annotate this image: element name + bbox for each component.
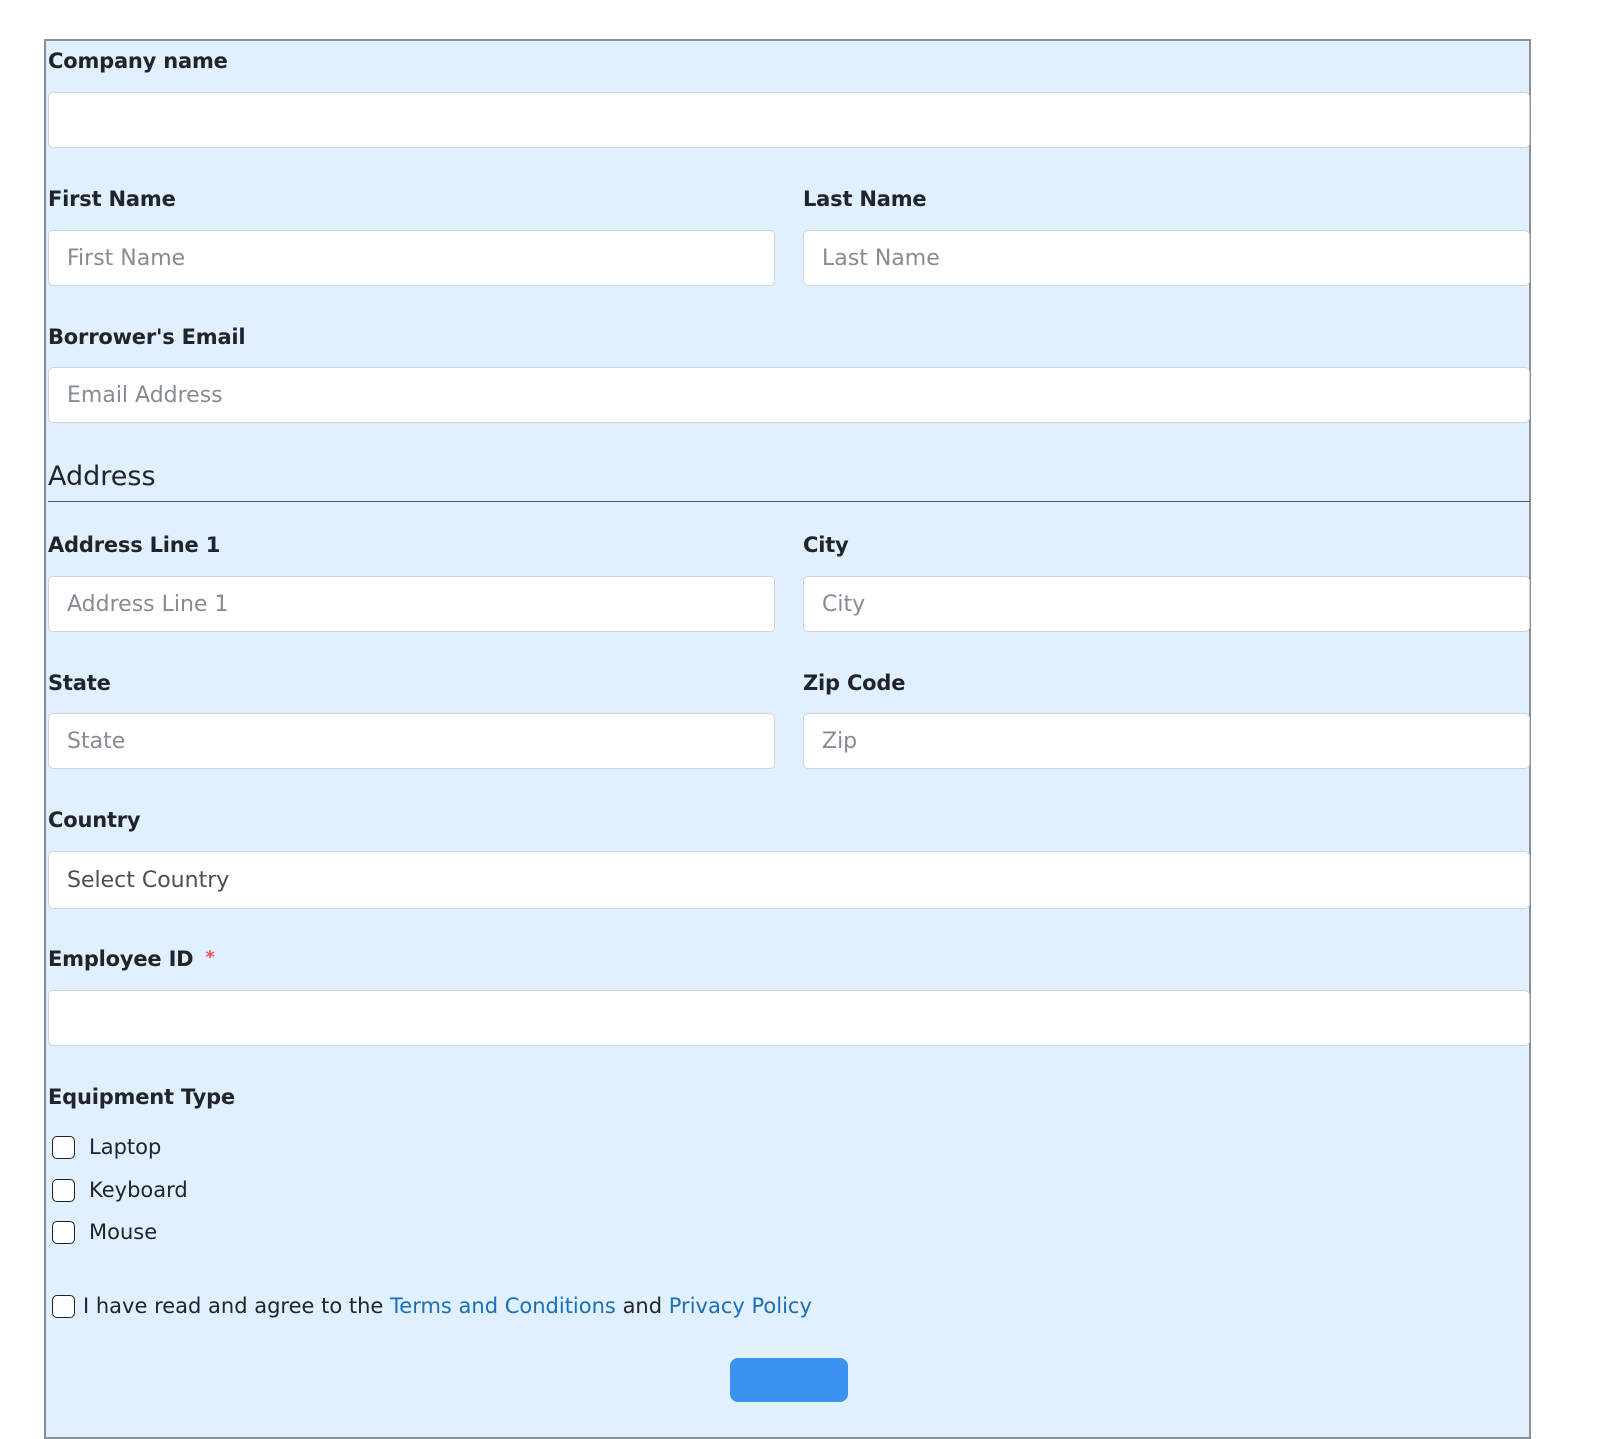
mouse-checkbox[interactable] xyxy=(52,1220,75,1244)
first-name-input[interactable] xyxy=(48,230,775,286)
address-divider xyxy=(48,501,1530,502)
city-label: City xyxy=(803,533,849,557)
laptop-label: Laptop xyxy=(89,1135,162,1159)
keyboard-checkbox[interactable] xyxy=(52,1178,75,1202)
keyboard-label: Keyboard xyxy=(89,1178,188,1202)
last-name-label: Last Name xyxy=(803,187,927,211)
first-name-label: First Name xyxy=(48,187,176,211)
last-name-input[interactable] xyxy=(803,230,1530,286)
equipment-option-keyboard[interactable]: Keyboard xyxy=(52,1178,188,1202)
company-name-input[interactable] xyxy=(48,92,1530,148)
privacy-policy-link[interactable]: Privacy Policy xyxy=(669,1294,812,1318)
employee-id-label-text: Employee ID xyxy=(48,947,194,971)
company-name-label: Company name xyxy=(48,49,228,73)
terms-prefix: I have read and agree to the xyxy=(83,1294,384,1318)
form-container: Company name First Name Last Name Borrow… xyxy=(44,39,1531,1439)
address-line1-input[interactable] xyxy=(48,576,775,632)
laptop-checkbox[interactable] xyxy=(52,1135,75,1159)
country-label: Country xyxy=(48,808,141,832)
equipment-option-mouse[interactable]: Mouse xyxy=(52,1220,157,1244)
zip-input[interactable] xyxy=(803,713,1530,769)
zip-label: Zip Code xyxy=(803,671,906,695)
required-asterisk: * xyxy=(205,947,215,968)
terms-text: I have read and agree to the Terms and C… xyxy=(83,1294,812,1318)
terms-checkbox[interactable] xyxy=(52,1294,75,1318)
mouse-label: Mouse xyxy=(89,1220,158,1244)
state-label: State xyxy=(48,671,111,695)
terms-agreement-row: I have read and agree to the Terms and C… xyxy=(52,1294,812,1318)
equipment-option-laptop[interactable]: Laptop xyxy=(52,1135,161,1159)
terms-and-conditions-link[interactable]: Terms and Conditions xyxy=(390,1294,616,1318)
address-line1-label: Address Line 1 xyxy=(48,533,221,557)
email-label: Borrower's Email xyxy=(48,325,246,349)
email-input[interactable] xyxy=(48,367,1530,423)
address-heading: Address xyxy=(48,461,156,492)
city-input[interactable] xyxy=(803,576,1530,632)
equipment-type-label: Equipment Type xyxy=(48,1085,235,1109)
employee-id-label: Employee ID * xyxy=(48,947,215,971)
submit-button[interactable] xyxy=(730,1358,848,1402)
country-selected-value: Select Country xyxy=(67,867,230,893)
terms-conjunction: and xyxy=(622,1294,663,1318)
country-select[interactable]: Select Country xyxy=(48,851,1530,909)
state-input[interactable] xyxy=(48,713,775,769)
employee-id-input[interactable] xyxy=(48,990,1530,1046)
